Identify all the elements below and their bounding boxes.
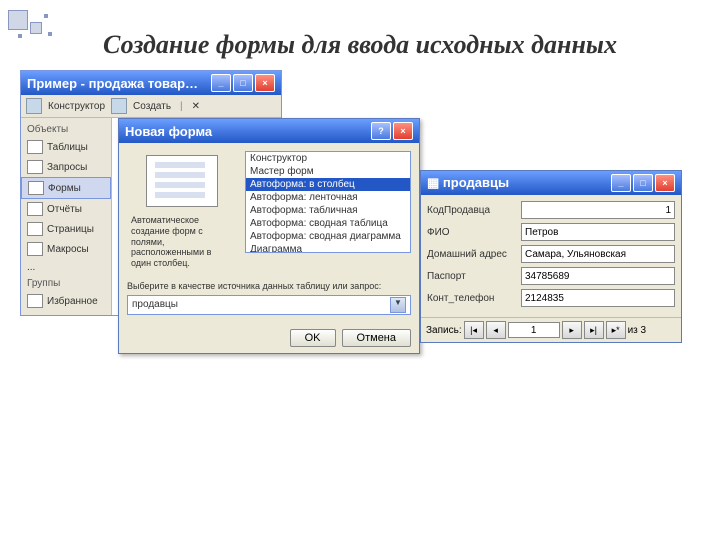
nav-new-button[interactable]: ▸* [606,321,626,339]
sidebar-item-macros[interactable]: Макросы [21,239,111,259]
field-label: Паспорт [427,271,517,282]
slide-decorator [8,10,58,40]
close-button[interactable]: × [255,74,275,92]
db-title: Пример - продажа товар… [27,76,198,91]
ok-button[interactable]: OK [290,329,336,347]
nav-position[interactable]: 1 [508,322,560,338]
sidebar-item-pages[interactable]: Страницы [21,219,111,239]
slide-title: Создание формы для ввода исходных данных [0,0,720,70]
field-label: Конт_телефон [427,293,517,304]
nav-prev-button[interactable]: ◂ [486,321,506,339]
sidebar-item-favorites[interactable]: Избранное [21,291,111,311]
sidebar-item-forms[interactable]: Формы [21,177,111,199]
list-item[interactable]: Конструктор [246,152,410,165]
help-button[interactable]: ? [371,122,391,140]
nav-last-button[interactable]: ▸| [584,321,604,339]
address-field[interactable]: Самара, Ульяновская [521,245,675,263]
sidebar-item-queries[interactable]: Запросы [21,157,111,177]
toolbar-label[interactable]: Конструктор [48,101,105,112]
list-item[interactable]: Автоформа: сводная таблица [246,217,410,230]
close-button[interactable]: × [655,174,675,192]
form-type-list[interactable]: Конструктор Мастер форм Автоформа: в сто… [245,151,411,253]
dialog-title: Новая форма [125,124,212,139]
objects-sidebar: Объекты Таблицы Запросы Формы Отчёты Стр… [21,118,112,315]
fio-field[interactable]: Петров [521,223,675,241]
sidebar-item-tables[interactable]: Таблицы [21,137,111,157]
passport-field[interactable]: 34785689 [521,267,675,285]
nav-first-button[interactable]: |◂ [464,321,484,339]
sellers-form-window: ▦ продавцы _ □ × КодПродавца 1 ФИО Петров … [420,170,682,343]
list-item[interactable]: Автоформа: ленточная [246,191,410,204]
maximize-button[interactable]: □ [233,74,253,92]
form-icon [28,181,44,195]
toolbar-open-icon[interactable] [26,98,42,114]
maximize-button[interactable]: □ [633,174,653,192]
table-icon [27,140,43,154]
record-navigator: Запись: |◂ ◂ 1 ▸ ▸| ▸* из 3 [421,317,681,342]
chevron-down-icon[interactable]: ▼ [390,297,406,313]
cancel-button[interactable]: Отмена [342,329,411,347]
source-value: продавцы [132,299,178,310]
nav-next-button[interactable]: ▸ [562,321,582,339]
form-title: продавцы [443,175,509,190]
db-toolbar: Конструктор Создать | ✕ [21,95,281,118]
source-combo[interactable]: продавцы ▼ [127,295,411,315]
list-item-selected[interactable]: Автоформа: в столбец [246,178,410,191]
macro-icon [27,242,43,256]
toolbar-label[interactable]: Создать [133,101,171,112]
query-icon [27,160,43,174]
phone-field[interactable]: 2124835 [521,289,675,307]
list-item[interactable]: Автоформа: сводная диаграмма [246,230,410,243]
source-label: Выберите в качестве источника данных таб… [127,281,411,291]
list-item[interactable]: Мастер форм [246,165,410,178]
report-icon [27,202,43,216]
field-label: ФИО [427,227,517,238]
toolbar-x[interactable]: ✕ [192,101,200,112]
list-item[interactable]: Диаграмма [246,243,410,253]
dialog-close-button[interactable]: × [393,122,413,140]
nav-label: Запись: [426,325,462,336]
sidebar-item-reports[interactable]: Отчёты [21,199,111,219]
sidebar-groups: Группы [21,276,111,291]
list-item[interactable]: Автоформа: табличная [246,204,410,217]
page-icon [27,222,43,236]
minimize-button[interactable]: _ [611,174,631,192]
sidebar-header: Объекты [21,122,111,137]
form-preview [146,155,218,207]
dialog-titlebar[interactable]: Новая форма ? × [119,119,419,143]
seller-id-field[interactable]: 1 [521,201,675,219]
field-label: КодПродавца [427,205,517,216]
new-form-dialog: Новая форма ? × Автоматическое создание … [118,118,420,354]
toolbar-design-icon[interactable] [111,98,127,114]
form-body: КодПродавца 1 ФИО Петров Домашний адрес Сам… [421,195,681,317]
field-label: Домашний адрес [427,249,517,260]
db-titlebar[interactable]: Пример - продажа товар… _ □ × [21,71,281,95]
nav-total: из 3 [628,325,647,336]
form-titlebar[interactable]: ▦ продавцы _ □ × [421,171,681,195]
form-icon: ▦ [427,175,439,190]
star-icon [27,294,43,308]
sidebar-item-more[interactable]: ... [21,259,111,276]
dialog-description: Автоматическое создание форм с полями, р… [127,215,237,269]
minimize-button[interactable]: _ [211,74,231,92]
